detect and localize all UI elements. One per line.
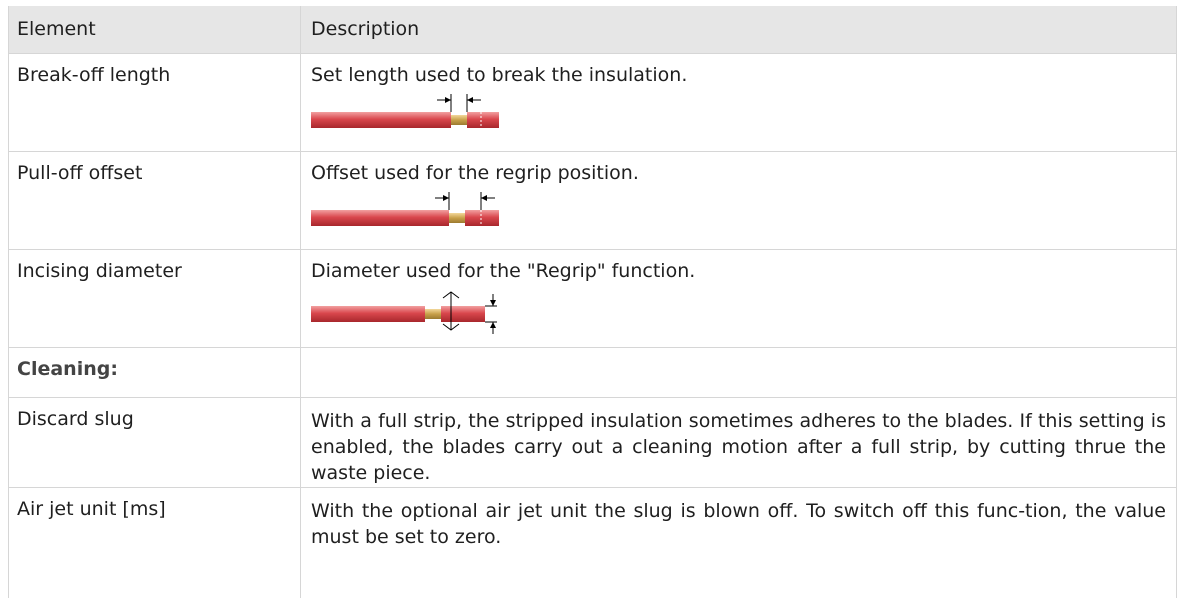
element-cell: Air jet unit [ms] [9,488,301,598]
header-description: Description [311,18,420,40]
description-cell: Set length used to break the insulation. [301,54,1176,151]
table-row-discard-slug: Discard slug With a full strip, the stri… [9,398,1176,488]
table-header-row: Element Description [9,6,1176,54]
break-off-length-diagram [311,94,499,128]
description-text: Offset used for the regrip position. [311,162,639,184]
table-row-air-jet-unit: Air jet unit [ms] With the optional air … [9,488,1176,598]
section-heading: Cleaning: [9,348,301,397]
table-row-incising-diameter: Incising diameter Diameter used for the … [9,250,1176,348]
description-cell [301,348,1176,397]
description-cell: With the optional air jet unit the slug … [311,500,1166,548]
element-cell: Pull-off offset [9,152,301,249]
table-row-pull-off-offset: Pull-off offset Offset used for the regr… [9,152,1176,250]
table-row-cleaning-section: Cleaning: [9,348,1176,398]
description-text: Set length used to break the insulation. [311,64,688,86]
incising-diameter-diagram [311,291,497,334]
description-text: Diameter used for the "Regrip" function. [311,260,696,282]
parameter-table: Element Description Break-off length Set… [8,6,1177,598]
header-element: Element [9,6,301,53]
description-cell: Diameter used for the "Regrip" function. [301,250,1176,347]
pull-off-offset-diagram [311,192,499,226]
table-row-break-off-length: Break-off length Set length used to brea… [9,54,1176,152]
element-cell: Discard slug [9,398,301,487]
description-cell: Offset used for the regrip position. [301,152,1176,249]
element-cell: Break-off length [9,54,301,151]
description-cell: With a full strip, the stripped insulati… [311,410,1166,484]
element-cell: Incising diameter [9,250,301,347]
